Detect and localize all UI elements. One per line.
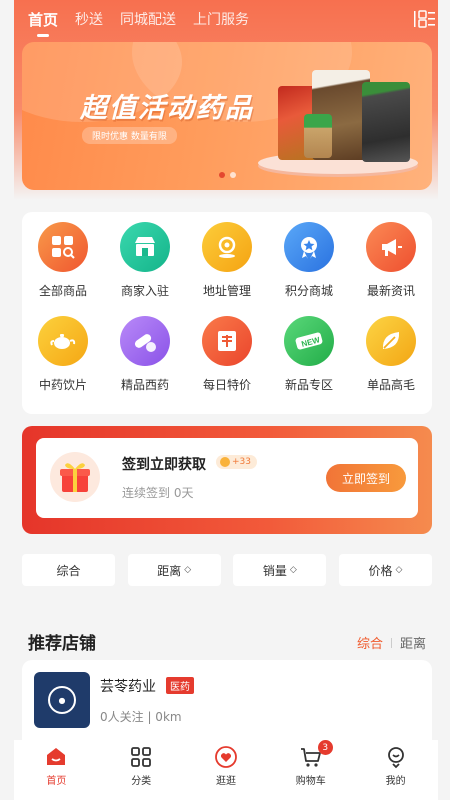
heart-icon <box>213 744 239 770</box>
checkin-card: 签到立即获取 +33 连续签到 0天 立即签到 <box>22 426 432 534</box>
sort-icon: ◇ <box>289 565 297 575</box>
promo-banner[interactable]: 超值活动药品 限时优惠 数量有限 <box>22 42 432 190</box>
teapot-icon <box>38 316 88 366</box>
product-image <box>304 114 332 158</box>
home-icon <box>43 744 69 770</box>
product-image <box>362 82 410 162</box>
section-title: 推荐店铺 <box>28 634 96 654</box>
grid-item-chinese-herbs[interactable]: 中药饮片 <box>22 316 104 410</box>
filter-comprehensive[interactable]: 综合 <box>22 554 115 586</box>
megaphone-icon <box>366 222 416 272</box>
category-icon <box>128 744 154 770</box>
tabbar-label: 首页 <box>46 776 67 787</box>
tabbar-label: 逛逛 <box>215 776 236 787</box>
gift-icon <box>50 452 100 502</box>
store-card[interactable]: ● 芸苓药业 医药 0人关注 | 0km <box>22 660 432 740</box>
filter-distance[interactable]: 距离 ◇ <box>127 554 221 586</box>
cart-badge: 3 <box>317 740 333 755</box>
tag-icon <box>202 316 252 366</box>
divider <box>390 637 392 648</box>
store-icon <box>120 222 170 272</box>
grid-item-all-products[interactable]: 全部商品 <box>22 222 104 316</box>
banner-pagination <box>219 172 236 178</box>
tabbar-home[interactable]: 首页 <box>21 744 91 787</box>
profile-icon <box>383 744 409 770</box>
grid-item-label: 地址管理 <box>202 284 251 298</box>
points-value: +33 <box>232 457 251 467</box>
leaf-icon <box>366 316 416 366</box>
tabbar-category[interactable]: 分类 <box>106 744 176 787</box>
sort-icon: ◇ <box>184 565 192 575</box>
grid-item-merchant-join[interactable]: 商家入驻 <box>104 222 186 316</box>
sort-icon: ◇ <box>395 565 403 575</box>
grid-item-points-mall[interactable]: 积分商城 <box>268 222 350 316</box>
bottom-tabbar: 首页 分类 逛逛 3 购物车 我的 <box>14 740 438 800</box>
tabbar-profile[interactable]: 我的 <box>361 744 431 787</box>
store-name: 芸苓药业 <box>100 679 156 695</box>
tabbar-browse[interactable]: 逛逛 <box>191 744 261 787</box>
checkin-streak: 连续签到 0天 <box>122 486 194 500</box>
location-icon <box>202 222 252 272</box>
checkin-button[interactable]: 立即签到 <box>326 464 406 492</box>
grid-item-label: 单品高毛 <box>366 378 415 392</box>
medal-icon <box>284 222 334 272</box>
tab-home-service[interactable]: 上门服务 <box>193 9 249 29</box>
grid-item-address[interactable]: 地址管理 <box>186 222 268 316</box>
sort-comprehensive[interactable]: 综合 <box>357 633 383 652</box>
store-meta: 0人关注 | 0km <box>100 710 182 724</box>
sort-distance[interactable]: 距离 <box>400 633 426 652</box>
store-tag: 医药 <box>166 677 194 694</box>
filter-label: 距离 <box>157 563 182 578</box>
filter-bar: 综合 距离 ◇ 销量 ◇ 价格 ◇ <box>22 554 432 586</box>
filter-label: 价格 <box>368 563 393 578</box>
store-logo: ● <box>34 672 90 728</box>
grid-item-label: 最新资讯 <box>366 284 415 298</box>
filter-price[interactable]: 价格 ◇ <box>338 554 432 586</box>
tab-flash-delivery[interactable]: 秒送 <box>75 9 103 29</box>
grid-search-icon <box>38 222 88 272</box>
grid-item-high-margin[interactable]: 单品高毛 <box>350 316 432 410</box>
banner-subtitle: 限时优惠 数量有限 <box>82 127 177 144</box>
category-menu-icon[interactable] <box>414 9 436 29</box>
filter-sales[interactable]: 销量 ◇ <box>233 554 327 586</box>
page-dot-active <box>219 172 225 178</box>
grid-item-new-products[interactable]: NEW 新品专区 <box>268 316 350 410</box>
grid-item-news[interactable]: 最新资讯 <box>350 222 432 316</box>
tabbar-label: 购物车 <box>295 776 326 787</box>
coin-icon <box>220 457 230 467</box>
logo-mark: ● <box>48 686 76 714</box>
grid-item-label: 全部商品 <box>38 284 87 298</box>
grid-item-label: 商家入驻 <box>120 284 169 298</box>
grid-item-label: 积分商城 <box>284 284 333 298</box>
tab-home[interactable]: 首页 <box>28 9 58 37</box>
tabbar-label: 我的 <box>385 776 406 787</box>
grid-item-label: 每日特价 <box>202 378 251 392</box>
tab-local-delivery[interactable]: 同城配送 <box>120 9 176 29</box>
section-sort: 综合 距离 <box>357 633 426 652</box>
filter-label: 销量 <box>262 563 287 578</box>
feature-grid: 全部商品 商家入驻 地址管理 积分商城 最新资讯 中药饮片 精品西药 每日特价 … <box>22 212 432 414</box>
checkin-title: 签到立即获取 <box>122 457 206 473</box>
grid-item-label: 新品专区 <box>284 378 333 392</box>
new-icon: NEW <box>284 316 334 366</box>
pill-icon <box>120 316 170 366</box>
top-nav: 首页 秒送 同城配送 上门服务 <box>14 0 438 38</box>
filter-label: 综合 <box>56 563 81 578</box>
grid-item-label: 精品西药 <box>120 378 169 392</box>
tabbar-label: 分类 <box>131 776 152 787</box>
page-dot <box>230 172 236 178</box>
banner-title: 超值活动药品 <box>80 93 254 124</box>
grid-item-western-medicine[interactable]: 精品西药 <box>104 316 186 410</box>
grid-item-daily-deals[interactable]: 每日特价 <box>186 316 268 410</box>
checkin-panel: 签到立即获取 +33 连续签到 0天 立即签到 <box>36 438 418 518</box>
grid-item-label: 中药饮片 <box>38 378 87 392</box>
tabbar-cart[interactable]: 3 购物车 <box>276 740 346 787</box>
points-badge: +33 <box>216 455 257 469</box>
